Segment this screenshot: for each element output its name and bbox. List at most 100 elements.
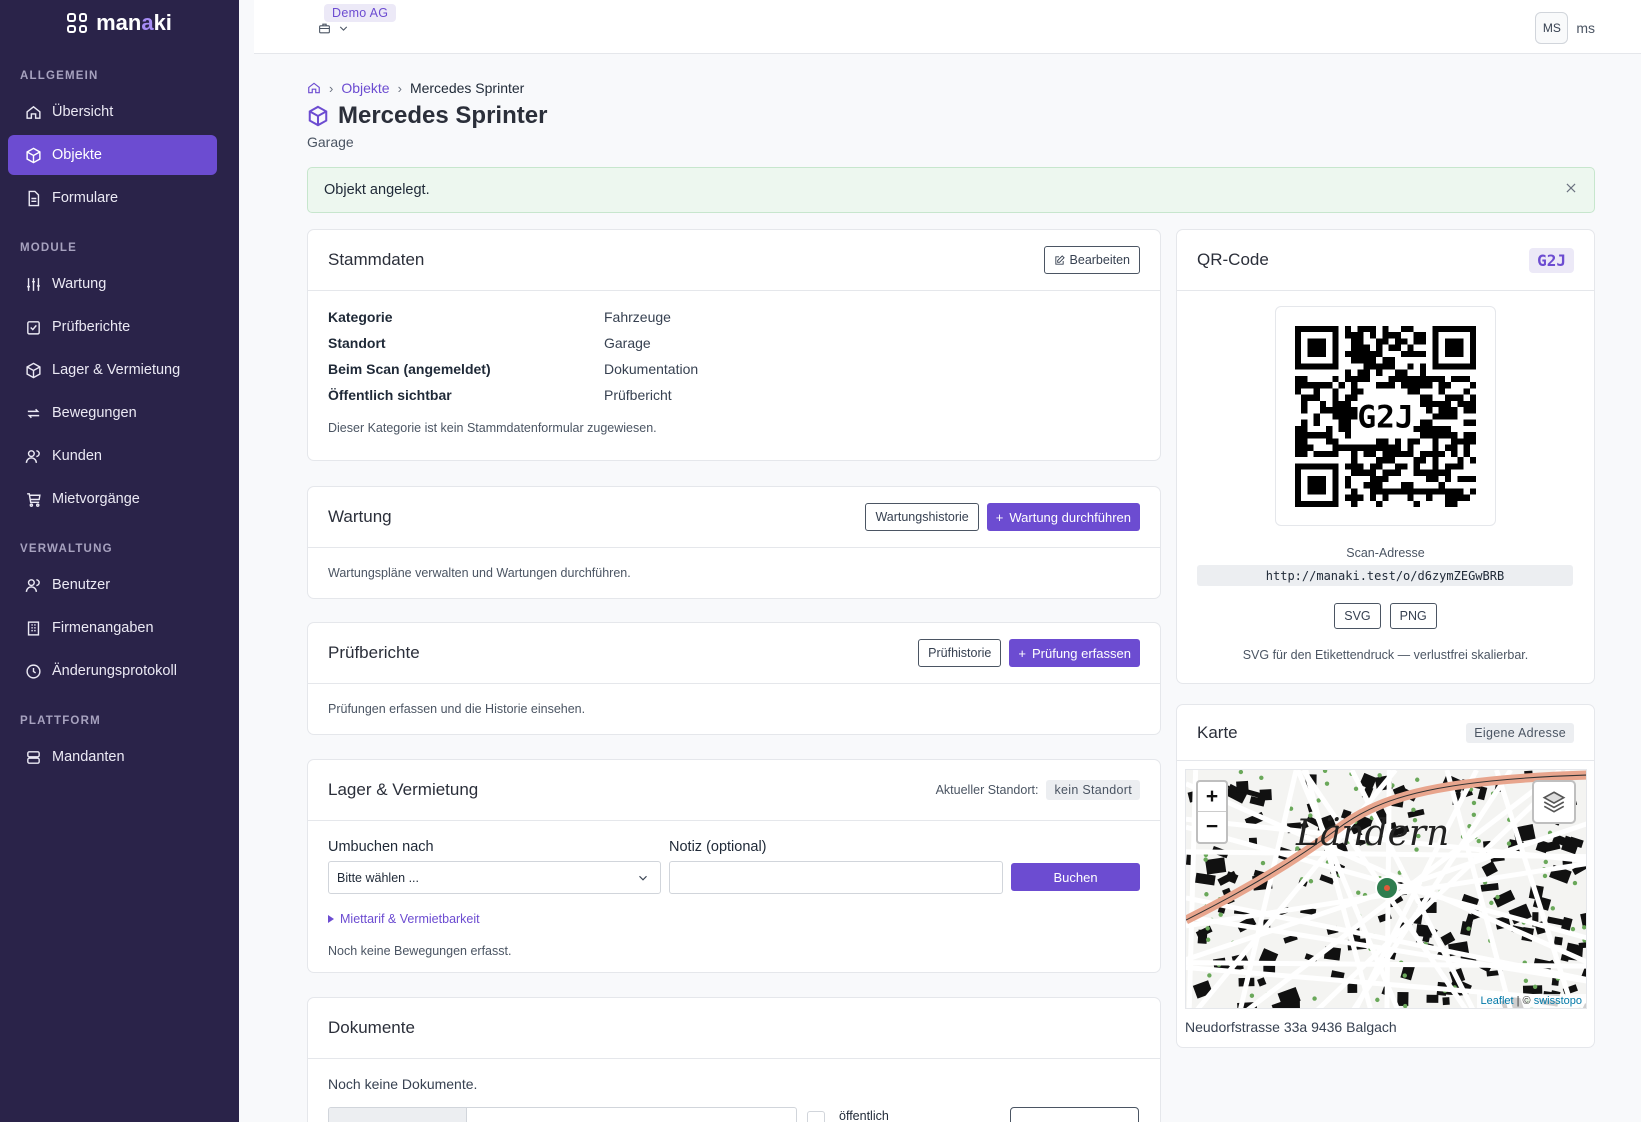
section-label-plattform: PLATTFORM bbox=[20, 715, 101, 727]
sidebar-item-kunden[interactable]: Kunden bbox=[8, 436, 217, 476]
section-label-allgemein: ALLGEMEIN bbox=[20, 70, 99, 82]
clock-icon bbox=[26, 663, 41, 679]
stammdaten-list: Kategorie Fahrzeuge Standort Garage Beim… bbox=[328, 309, 1140, 403]
briefcase-icon bbox=[319, 23, 330, 34]
server-icon bbox=[27, 750, 40, 764]
add-inspection-button[interactable]: + Prüfung erfassen bbox=[1009, 639, 1140, 667]
download-svg-button[interactable]: SVG bbox=[1334, 603, 1381, 629]
map-address: Neudorfstrasse 33a 9436 Balgach bbox=[1185, 1019, 1397, 1035]
close-icon[interactable] bbox=[1564, 181, 1582, 199]
map-card: Karte Eigene Adresse Ländern + − Leaflet… bbox=[1176, 704, 1595, 1048]
sidebar-item-uebersicht[interactable]: Übersicht bbox=[8, 92, 217, 132]
app-logo[interactable]: manaki bbox=[0, 0, 239, 46]
address-source-tag: Eigene Adresse bbox=[1466, 722, 1574, 743]
sidebar: manaki ALLGEMEIN Übersicht Objekte Formu… bbox=[0, 0, 239, 1122]
card-title: Stammdaten bbox=[328, 250, 425, 269]
map-marker-icon bbox=[1375, 876, 1399, 900]
card-body: Wartungspläne verwalten und Wartungen du… bbox=[328, 566, 631, 580]
users-icon bbox=[25, 449, 40, 463]
movements-empty: Noch keine Bewegungen erfasst. bbox=[328, 944, 512, 958]
breadcrumb: › Objekte › Mercedes Sprinter bbox=[307, 80, 524, 96]
card-title: Karte bbox=[1197, 722, 1238, 742]
perform-maintenance-button[interactable]: + Wartung durchführen bbox=[986, 503, 1140, 531]
card-title: Prüfberichte bbox=[328, 643, 420, 662]
field-value: Prüfbericht bbox=[604, 387, 672, 403]
field-value: Fahrzeuge bbox=[604, 309, 671, 325]
rental-details-toggle[interactable]: Miettarif & Vermietbarkeit bbox=[328, 912, 1140, 926]
layers-button[interactable] bbox=[1532, 780, 1576, 824]
stammdaten-note: Dieser Kategorie ist kein Stammdatenform… bbox=[328, 421, 657, 435]
home-icon[interactable] bbox=[307, 81, 321, 95]
documents-empty: Noch keine Dokumente. bbox=[328, 1076, 478, 1092]
home-icon bbox=[26, 105, 41, 119]
dokumente-card: Dokumente Noch keine Dokumente. öffentli… bbox=[307, 997, 1161, 1122]
map-tiles: Ländern bbox=[1186, 770, 1586, 1008]
user-menu[interactable]: MS ms bbox=[1535, 12, 1595, 44]
field-key: Kategorie bbox=[328, 309, 393, 325]
logo-icon bbox=[67, 13, 88, 33]
qr-card: QR-Code G2J G2J Scan-Adresse http://mana… bbox=[1176, 229, 1595, 684]
sidebar-item-formulare[interactable]: Formulare bbox=[8, 178, 217, 218]
note-input[interactable] bbox=[669, 861, 1003, 894]
sidebar-item-mandanten[interactable]: Mandanten bbox=[8, 737, 217, 777]
page-subtitle: Garage bbox=[307, 134, 354, 150]
inspection-history-button[interactable]: Prüfhistorie bbox=[918, 639, 1002, 667]
scan-url[interactable]: http://manaki.test/o/d6zymZEGwBRB bbox=[1197, 565, 1573, 586]
section-label-module: MODULE bbox=[20, 242, 78, 254]
edit-icon bbox=[1054, 254, 1065, 265]
building-icon bbox=[27, 620, 40, 636]
current-location: Aktueller Standort: kein Standort bbox=[936, 780, 1140, 800]
card-title: Dokumente bbox=[328, 1018, 415, 1037]
box-icon bbox=[308, 105, 328, 127]
move-target-select[interactable]: Bitte wählen ... bbox=[328, 861, 661, 894]
repeat-icon bbox=[27, 408, 40, 418]
sidebar-item-wartung[interactable]: Wartung bbox=[8, 264, 217, 304]
scan-label: Scan-Adresse bbox=[1346, 546, 1425, 560]
users-icon bbox=[25, 578, 40, 592]
public-label: öffentlich bbox=[839, 1109, 889, 1122]
success-alert: Objekt angelegt. bbox=[307, 167, 1595, 213]
leaflet-link[interactable]: Leaflet bbox=[1481, 995, 1514, 1007]
plus-icon: + bbox=[995, 509, 1004, 525]
card-title: Lager & Vermietung bbox=[328, 780, 479, 799]
sidebar-item-benutzer[interactable]: Benutzer bbox=[8, 565, 217, 605]
pruefberichte-card: Prüfberichte Prüfhistorie + Prüfung erfas… bbox=[307, 622, 1161, 735]
sidebar-item-bewegungen[interactable]: Bewegungen bbox=[8, 393, 217, 433]
upload-button[interactable] bbox=[1010, 1107, 1139, 1122]
user-name[interactable]: ms bbox=[1576, 20, 1595, 36]
plus-icon: + bbox=[1018, 645, 1026, 661]
zoom-out-button[interactable]: − bbox=[1198, 812, 1226, 842]
maintenance-history-button[interactable]: Wartungshistorie bbox=[865, 503, 979, 531]
field-value: Garage bbox=[604, 335, 651, 351]
public-checkbox[interactable] bbox=[807, 1111, 825, 1122]
swisstopo-link[interactable]: swisstopo bbox=[1534, 995, 1582, 1007]
box-icon bbox=[26, 147, 41, 163]
sidebar-item-objekte[interactable]: Objekte bbox=[8, 135, 217, 175]
qr-code-graphic: G2J bbox=[1295, 325, 1476, 507]
zoom-in-button[interactable]: + bbox=[1198, 782, 1226, 812]
sidebar-item-lager[interactable]: Lager & Vermietung bbox=[8, 350, 217, 390]
breadcrumb-link-objekte[interactable]: Objekte bbox=[341, 80, 389, 96]
card-title: Wartung bbox=[328, 507, 392, 526]
package-icon bbox=[26, 362, 41, 378]
move-label: Umbuchen nach bbox=[328, 839, 434, 855]
file-input[interactable] bbox=[328, 1107, 797, 1122]
sidebar-item-pruefberichte[interactable]: Prüfberichte bbox=[8, 307, 217, 347]
avatar[interactable]: MS bbox=[1535, 12, 1569, 44]
sidebar-item-mietvorgaenge[interactable]: Mietvorgänge bbox=[8, 479, 217, 519]
stammdaten-card: Stammdaten Bearbeiten Kategorie Fahrzeug… bbox=[307, 229, 1161, 461]
download-png-button[interactable]: PNG bbox=[1389, 603, 1437, 629]
qr-image: G2J bbox=[1275, 306, 1496, 526]
tenant-switcher[interactable] bbox=[318, 22, 350, 35]
map-attribution: Leaflet | © swisstopo bbox=[1476, 994, 1586, 1008]
sidebar-item-firmenangaben[interactable]: Firmenangaben bbox=[8, 608, 217, 648]
edit-button[interactable]: Bearbeiten bbox=[1043, 246, 1140, 274]
sidebar-item-aenderungsprotokoll[interactable]: Änderungsprotokoll bbox=[8, 651, 217, 691]
tenant-badge: Demo AG bbox=[324, 4, 397, 22]
field-key: Standort bbox=[328, 335, 386, 351]
map-place-label: Ländern bbox=[1295, 813, 1449, 854]
qr-code-tag: G2J bbox=[1529, 247, 1574, 273]
map[interactable]: Ländern + − Leaflet | © swisstopo bbox=[1185, 769, 1587, 1009]
card-title: QR-Code bbox=[1197, 250, 1269, 269]
book-button[interactable]: Buchen bbox=[1011, 863, 1140, 891]
